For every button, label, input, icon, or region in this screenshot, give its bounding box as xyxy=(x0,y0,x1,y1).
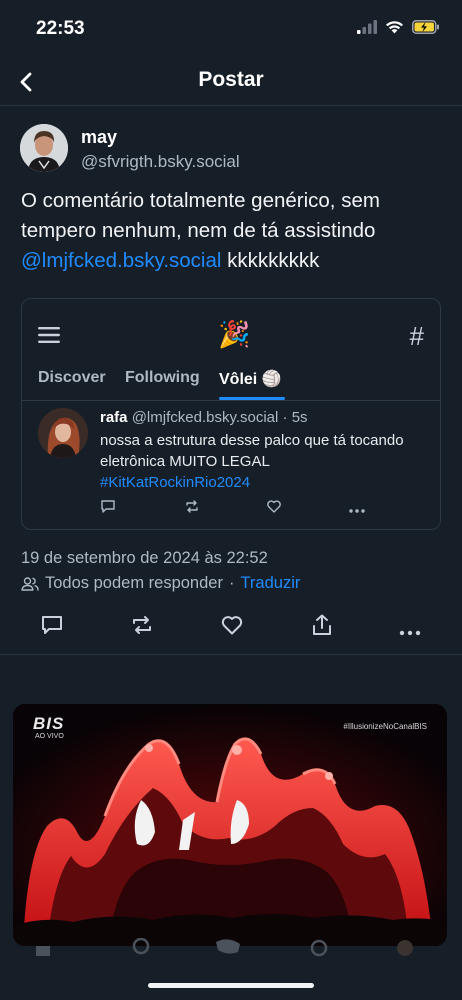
tab-bar-partial xyxy=(0,937,462,958)
translate-link[interactable]: Traduzir xyxy=(240,574,300,593)
reply-button[interactable] xyxy=(40,614,64,641)
post-text-body: O comentário totalmente genérico, sem te… xyxy=(21,189,380,242)
channel-logo: BIS xyxy=(33,714,65,733)
like-icon xyxy=(221,616,243,635)
hamburger-menu-icon xyxy=(38,327,60,348)
people-icon xyxy=(21,576,39,591)
more-options-button[interactable] xyxy=(399,623,421,641)
tab-following: Following xyxy=(125,369,200,386)
mention-link[interactable]: @lmjfcked.bsky.social xyxy=(21,249,221,272)
wifi-icon xyxy=(386,21,403,34)
inner-post-meta: rafa @lmjfcked.bsky.social · 5s xyxy=(100,409,308,426)
like-button[interactable] xyxy=(220,614,244,641)
inner-post-avatar xyxy=(38,408,88,458)
post-text-tail: kkkkkkkkk xyxy=(221,249,320,272)
battery-charging-icon xyxy=(412,20,439,34)
share-icon xyxy=(313,614,331,635)
inner-post-text: nossa a estrutura desse palco que tá toc… xyxy=(100,430,420,493)
page-title: Postar xyxy=(198,68,264,91)
status-icons xyxy=(357,20,440,34)
inner-post-body: nossa a estrutura desse palco que tá toc… xyxy=(100,432,404,470)
inner-post-name: rafa xyxy=(100,409,128,426)
reply-setting-text: Todos podem responder xyxy=(45,574,223,592)
reply-icon xyxy=(42,616,62,634)
reply-setting: Todos podem responder · Traduzir xyxy=(21,574,300,593)
more-icon xyxy=(348,501,366,519)
home-indicator[interactable] xyxy=(148,983,314,988)
video-player[interactable]: BIS AO VIVO #IllusionizeNoCanalBIS xyxy=(13,704,447,946)
stage-video-frame xyxy=(13,704,447,946)
post-actions xyxy=(0,600,462,655)
author-avatar[interactable] xyxy=(20,124,68,172)
embedded-screenshot-card[interactable]: 🎉 # Discover Following Vôlei 🏐 rafa @lmj… xyxy=(21,298,441,530)
post-text: O comentário totalmente genérico, sem te… xyxy=(21,186,441,276)
status-time: 22:53 xyxy=(36,18,85,39)
inner-post-actions xyxy=(100,499,400,517)
repost-icon xyxy=(133,616,151,634)
channel-live-label: AO VIVO xyxy=(35,733,64,740)
top-nav: Postar xyxy=(0,58,462,106)
tab-discover: Discover xyxy=(38,369,106,386)
repost-icon xyxy=(184,499,200,519)
repost-button[interactable] xyxy=(130,614,154,641)
party-popper-icon: 🎉 xyxy=(218,319,251,349)
hashtag-icon: # xyxy=(409,321,424,351)
inner-post-age: · 5s xyxy=(282,409,308,426)
cellular-signal-icon xyxy=(357,20,377,34)
author-handle[interactable]: @sfvrigth.bsky.social xyxy=(81,152,240,172)
active-tab-indicator xyxy=(219,397,285,400)
share-button[interactable] xyxy=(310,614,334,641)
more-icon xyxy=(399,630,421,636)
video-hashtag-overlay: #IllusionizeNoCanalBIS xyxy=(343,722,427,731)
separator-dot: · xyxy=(228,574,235,592)
like-icon xyxy=(266,499,282,519)
post-timestamp: 19 de setembro de 2024 às 22:52 xyxy=(21,549,268,567)
author-name[interactable]: may xyxy=(81,127,117,148)
reply-icon xyxy=(100,499,116,519)
status-bar: 22:53 xyxy=(0,0,462,58)
feed-tabs: Discover Following Vôlei 🏐 xyxy=(22,367,440,401)
tab-volei: Vôlei 🏐 xyxy=(219,371,282,388)
inner-post-handle: @lmjfcked.bsky.social xyxy=(131,409,279,426)
inner-post-hashtag: #KitKatRockinRio2024 xyxy=(100,474,251,491)
